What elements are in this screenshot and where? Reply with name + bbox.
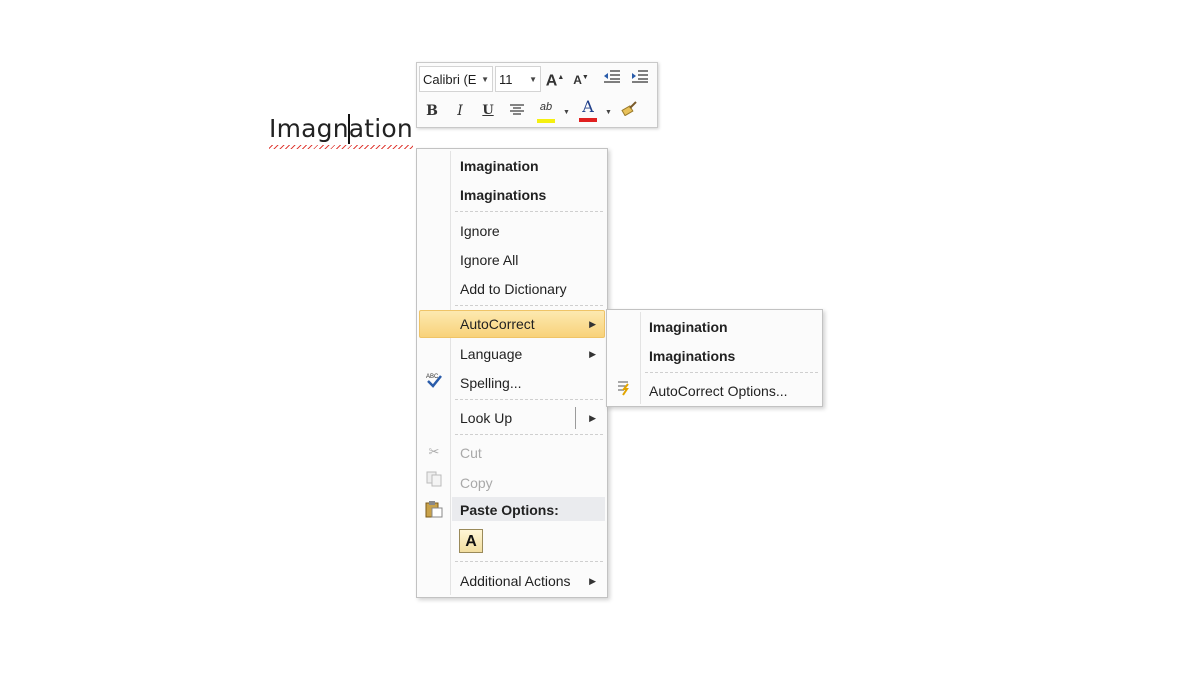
- chevron-down-icon: ▼: [529, 75, 537, 84]
- highlight-button[interactable]: ab: [534, 99, 558, 123]
- look-up-item[interactable]: Look Up: [460, 410, 512, 426]
- mini-toolbar: Calibri (E ▼ 11 ▼ A▲ A▼ B I U ab ▼ A ▼: [416, 62, 658, 128]
- decrease-indent-button[interactable]: [601, 67, 623, 89]
- split-button-divider: [575, 407, 576, 429]
- font-color-button[interactable]: A: [576, 98, 600, 122]
- additional-actions-item[interactable]: Additional Actions: [460, 573, 571, 589]
- misspelled-word[interactable]: Imagnation: [269, 112, 413, 149]
- increase-indent-icon: [632, 70, 648, 83]
- paste-options-label: Paste Options:: [460, 502, 559, 518]
- submenu-arrow-icon: ▶: [589, 319, 596, 329]
- scissors-icon: ✂: [428, 444, 440, 459]
- underline-button[interactable]: U: [477, 100, 499, 122]
- copy-item[interactable]: Copy: [460, 475, 493, 491]
- copy-icon: [424, 471, 444, 491]
- font-size-value: 11: [499, 72, 513, 87]
- autocorrect-suggestion-imaginations[interactable]: Imaginations: [649, 348, 735, 364]
- menu-separator: [455, 434, 603, 435]
- text-caret: [348, 114, 350, 144]
- spelling-squiggle: [269, 145, 413, 149]
- menu-separator: [455, 399, 603, 400]
- font-name-select[interactable]: Calibri (E ▼: [419, 66, 493, 92]
- ignore-all-item[interactable]: Ignore All: [460, 252, 518, 268]
- font-name-value: Calibri (E: [423, 72, 477, 87]
- submenu-arrow-icon[interactable]: ▶: [589, 413, 596, 424]
- clipboard-icon: [424, 500, 444, 520]
- spelling-item[interactable]: Spelling...: [460, 375, 521, 391]
- spelling-check-icon: ABC: [424, 371, 444, 391]
- format-painter-button[interactable]: [619, 100, 641, 122]
- autocorrect-options-item[interactable]: AutoCorrect Options...: [649, 383, 788, 399]
- grow-font-button[interactable]: A▲: [544, 67, 566, 89]
- grow-font-icon: A: [545, 72, 558, 90]
- submenu-arrow-icon: ▶: [589, 576, 596, 586]
- autocorrect-lightning-icon: [614, 380, 634, 400]
- align-center-icon: [510, 104, 524, 115]
- language-item[interactable]: Language: [460, 346, 522, 362]
- shrink-font-icon: A: [573, 73, 582, 87]
- menu-separator: [645, 372, 818, 373]
- decrease-indent-icon: [604, 70, 620, 83]
- menu-separator: [455, 561, 603, 562]
- suggestion-imagination[interactable]: Imagination: [460, 158, 539, 174]
- menu-gutter: [640, 312, 641, 404]
- increase-indent-button[interactable]: [629, 67, 651, 89]
- autocorrect-submenu: Imagination Imaginations AutoCorrect Opt…: [606, 309, 823, 407]
- submenu-arrow-icon: ▶: [589, 349, 596, 359]
- font-color-icon: A: [582, 97, 594, 116]
- menu-separator: [455, 211, 603, 212]
- menu-separator: [455, 305, 603, 306]
- paste-keep-text-only-button[interactable]: A: [459, 529, 483, 553]
- highlight-icon: ab: [539, 101, 553, 113]
- highlight-color-bar: [537, 119, 555, 123]
- context-menu: Imagination Imaginations Ignore Ignore A…: [416, 148, 608, 598]
- format-painter-icon: [621, 101, 637, 117]
- font-size-select[interactable]: 11 ▼: [495, 66, 541, 92]
- font-color-bar: [579, 118, 597, 122]
- autocorrect-suggestion-imagination[interactable]: Imagination: [649, 319, 728, 335]
- shrink-font-button[interactable]: A▼: [570, 67, 592, 89]
- cut-item[interactable]: Cut: [460, 445, 482, 461]
- chevron-down-icon[interactable]: ▼: [605, 109, 612, 116]
- add-to-dictionary-item[interactable]: Add to Dictionary: [460, 281, 567, 297]
- suggestion-imaginations[interactable]: Imaginations: [460, 187, 546, 203]
- center-align-button[interactable]: [506, 100, 528, 122]
- chevron-down-icon[interactable]: ▼: [563, 109, 570, 116]
- word-text: Imagnation: [269, 114, 413, 143]
- chevron-down-icon: ▼: [481, 75, 489, 84]
- italic-button[interactable]: I: [449, 100, 471, 122]
- menu-gutter: [450, 151, 451, 595]
- autocorrect-item[interactable]: AutoCorrect: [460, 316, 535, 332]
- ignore-item[interactable]: Ignore: [460, 223, 500, 239]
- bold-button[interactable]: B: [421, 100, 443, 122]
